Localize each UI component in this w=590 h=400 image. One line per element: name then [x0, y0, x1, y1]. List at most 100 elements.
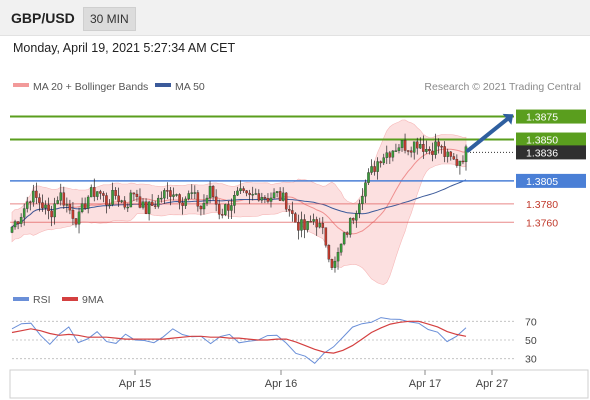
candle-body [166, 190, 169, 192]
candle-body [202, 202, 206, 210]
candle-body [425, 149, 428, 152]
rsi-tick-70: 70 [525, 316, 537, 328]
candle-body [364, 182, 367, 197]
bollinger-band-layer [11, 119, 467, 285]
bollinger-band-area [11, 119, 467, 285]
candle-body [281, 192, 285, 201]
level-1.3875-label: 1.3875 [526, 112, 558, 124]
candle-body [86, 196, 90, 209]
candle [367, 168, 370, 186]
candle-body [35, 190, 38, 198]
candle-body [373, 166, 376, 172]
candle-body [266, 198, 270, 202]
time-tick-label: Apr 15 [119, 378, 151, 390]
candle [10, 226, 14, 234]
candle-body [345, 232, 349, 235]
candle-body [342, 232, 346, 245]
level-1.3850-label: 1.3850 [526, 135, 558, 147]
level-1.3760-label: 1.3760 [526, 217, 558, 229]
candle-body [458, 160, 462, 166]
candle-body [44, 204, 47, 209]
candle-body [117, 195, 120, 202]
candle-body [388, 152, 392, 158]
candle-body [361, 196, 364, 204]
candle-body [178, 194, 181, 203]
candle-body [19, 217, 23, 224]
candle-body [318, 223, 321, 228]
candle-body [80, 203, 84, 213]
candle-body [406, 150, 410, 152]
candle-body [230, 205, 233, 211]
candle-body [352, 218, 355, 221]
candle [294, 212, 297, 223]
candle-body [254, 193, 258, 195]
candle-body [114, 190, 117, 196]
time-tick-label: Apr 27 [476, 378, 508, 390]
candle-body [62, 192, 66, 206]
candle-body [29, 201, 32, 203]
candle-body [205, 197, 209, 204]
candle-body [251, 194, 254, 196]
rsi-legend: RSI 9MA [13, 294, 104, 306]
candle [370, 159, 373, 175]
candle-body [169, 190, 172, 197]
candle-body [330, 259, 334, 268]
candle-body [376, 161, 379, 172]
candle-body [434, 141, 437, 155]
candle-body [41, 202, 44, 209]
rsi-tick-30: 30 [525, 354, 537, 366]
candle-body [443, 146, 446, 157]
candle-body [65, 204, 69, 206]
candle-body [385, 152, 389, 158]
time-tick-label: Apr 16 [265, 378, 297, 390]
candle [284, 192, 288, 213]
bb-legend-label: MA 20 + Bollinger Bands [33, 81, 148, 93]
candle-body [315, 219, 318, 228]
chart-window: GBP/USD 30 MIN Monday, April 19, 2021 5:… [0, 0, 590, 400]
candle-body [227, 204, 230, 211]
candle-body [382, 157, 385, 164]
candle-body [400, 140, 404, 148]
candle-body [211, 186, 215, 197]
ma50-legend-swatch [155, 83, 171, 87]
candle-body [144, 201, 148, 214]
candle-body [260, 197, 264, 201]
candle-body [422, 144, 425, 152]
candle-body [452, 156, 456, 160]
candle-body [379, 161, 382, 164]
candle-body [157, 197, 160, 207]
candle-body [175, 194, 178, 196]
candle-body [224, 204, 227, 215]
candle-body [269, 197, 273, 202]
candle-body [53, 203, 56, 218]
candle-body [391, 150, 395, 158]
candle-body [358, 203, 361, 214]
candle-body [214, 196, 218, 205]
candle-body [403, 140, 407, 151]
candle-body [56, 200, 59, 204]
forecast-arrow-shaft [466, 117, 509, 153]
candle-body [187, 193, 190, 200]
candle [348, 217, 352, 238]
candle-body [181, 202, 184, 206]
candle-body [415, 141, 419, 149]
candle-body [120, 200, 123, 202]
candle-body [461, 160, 465, 163]
rsi-ma-legend-label: 9MA [82, 294, 104, 306]
candle-body [397, 147, 401, 151]
forecast-arrow-layer [466, 113, 514, 153]
candle-body [13, 221, 17, 228]
rsi-panel: 70 50 30 [11, 316, 537, 366]
candle [324, 227, 328, 248]
candle-body [455, 158, 459, 166]
candle-body [105, 195, 108, 206]
rsi-legend-swatch [13, 297, 29, 301]
candle-body [321, 223, 325, 228]
candle-body [263, 197, 267, 199]
candle-body [208, 186, 212, 199]
candle-body [217, 204, 221, 215]
candle-body [193, 192, 197, 194]
candle-body [163, 190, 166, 199]
watermark: Research © 2021 Trading Central [424, 81, 581, 93]
candle-body [370, 166, 373, 173]
